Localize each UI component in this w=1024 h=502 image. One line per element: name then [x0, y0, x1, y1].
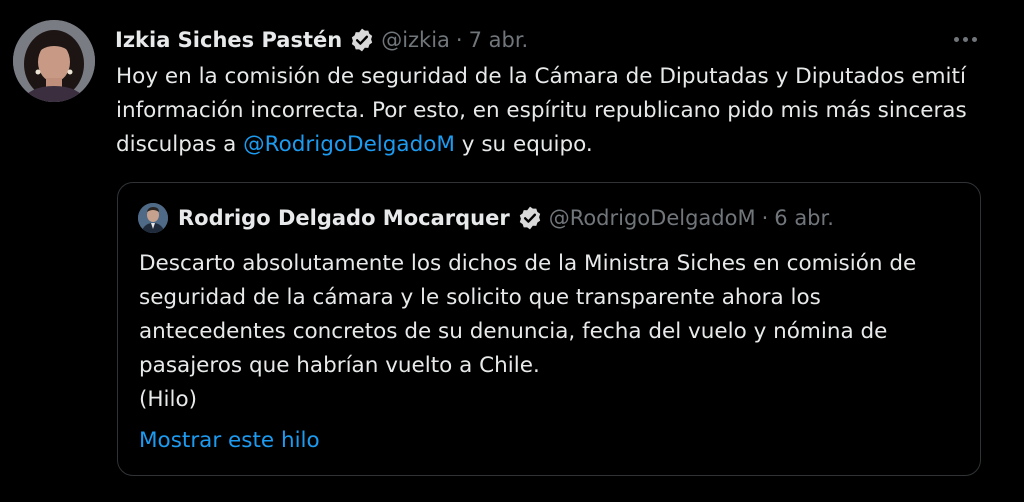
separator-dot: ·: [761, 206, 769, 230]
more-dot: [962, 36, 968, 42]
more-horizontal-icon[interactable]: [950, 24, 980, 54]
mention-link[interactable]: @RodrigoDelgadoM: [243, 132, 455, 157]
quoted-tweet-header: Rodrigo Delgado Mocarquer @RodrigoDelgad…: [138, 203, 834, 233]
author-avatar[interactable]: [13, 20, 95, 102]
quoted-author-avatar-image: [138, 203, 168, 233]
author-name[interactable]: Izkia Siches Pastén: [115, 28, 342, 52]
tweet-text-end: y su equipo.: [454, 132, 593, 157]
quoted-tweet-date[interactable]: 6 abr.: [774, 206, 834, 230]
separator-dot: ·: [455, 28, 463, 52]
verified-badge-icon: [517, 205, 543, 231]
more-dot: [971, 36, 977, 42]
quoted-author-handle[interactable]: @RodrigoDelgadoM: [549, 206, 756, 230]
more-dot: [953, 36, 959, 42]
quoted-author-name[interactable]: Rodrigo Delgado Mocarquer: [178, 206, 510, 230]
tweet-text: Hoy en la comisión de seguridad de la Cá…: [116, 60, 996, 162]
quoted-tweet-text: Descarto absolutamente los dichos de la …: [139, 251, 917, 378]
quoted-tweet[interactable]: Rodrigo Delgado Mocarquer @RodrigoDelgad…: [117, 182, 981, 476]
author-handle[interactable]: @izkia: [381, 28, 450, 52]
tweet-date[interactable]: 7 abr.: [469, 28, 529, 52]
quoted-author-avatar[interactable]: [138, 203, 168, 233]
thread-label: (Hilo): [139, 387, 198, 412]
verified-badge-icon: [349, 27, 375, 53]
tweet-header: Izkia Siches Pastén @izkia · 7 abr.: [115, 25, 528, 55]
show-thread-link[interactable]: Mostrar este hilo: [139, 424, 320, 458]
author-avatar-image: [13, 20, 95, 102]
